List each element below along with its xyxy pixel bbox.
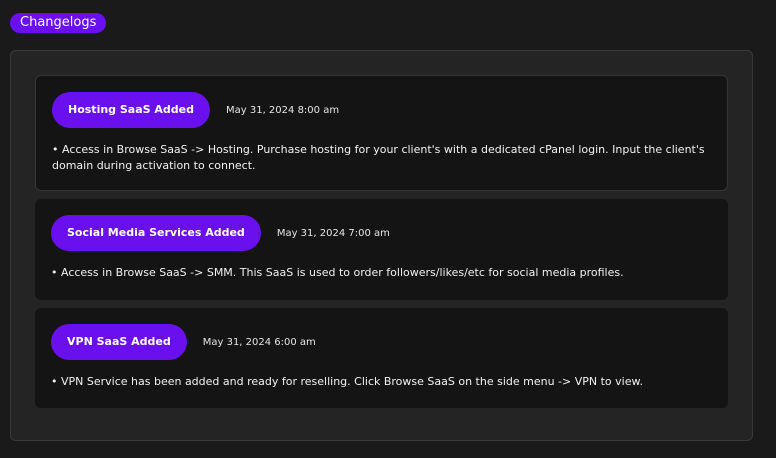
changelog-card: Hosting SaaS Added May 31, 2024 8:00 am …	[35, 75, 728, 191]
changelog-card-header: Social Media Services Added May 31, 2024…	[51, 215, 390, 251]
changelog-card-header: VPN SaaS Added May 31, 2024 6:00 am	[51, 324, 316, 360]
changelog-description: • Access in Browse SaaS -> Hosting. Purc…	[52, 143, 705, 172]
changelog-date: May 31, 2024 8:00 am	[226, 104, 340, 116]
changelogs-page: Changelogs Hosting SaaS Added May 31, 20…	[0, 0, 776, 458]
changelog-card: VPN SaaS Added May 31, 2024 6:00 am • VP…	[35, 308, 728, 408]
changelog-card: Social Media Services Added May 31, 2024…	[35, 199, 728, 300]
changelogs-section-title: Changelogs	[10, 13, 107, 33]
changelog-title-badge: Hosting SaaS Added	[52, 92, 210, 128]
changelog-date: May 31, 2024 6:00 am	[202, 336, 316, 348]
changelog-title-badge: Social Media Services Added	[51, 215, 261, 251]
changelog-title-badge: VPN SaaS Added	[51, 324, 187, 360]
changelog-description: • VPN Service has been added and ready f…	[51, 375, 643, 388]
changelog-date: May 31, 2024 7:00 am	[276, 227, 390, 239]
changelog-description: • Access in Browse SaaS -> SMM. This Saa…	[51, 266, 624, 279]
changelogs-panel: Hosting SaaS Added May 31, 2024 8:00 am …	[10, 50, 753, 441]
changelog-card-header: Hosting SaaS Added May 31, 2024 8:00 am	[52, 92, 339, 128]
